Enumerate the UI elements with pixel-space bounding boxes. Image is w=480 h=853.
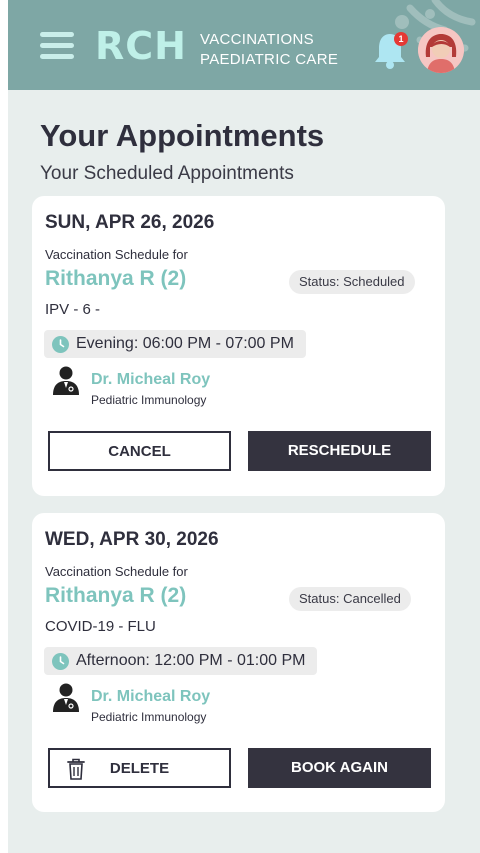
- book-again-button[interactable]: BOOK AGAIN: [248, 748, 431, 788]
- patient-name: Rithanya R (2): [45, 267, 187, 290]
- status-badge: Status: Cancelled: [289, 587, 411, 611]
- doctor-specialty: Pediatric Immunology: [91, 710, 207, 724]
- delete-button[interactable]: DELETE: [48, 748, 231, 788]
- doctor-specialty: Pediatric Immunology: [91, 393, 207, 407]
- patient-name: Rithanya R (2): [45, 584, 187, 607]
- app-screen: RCH VACCINATIONS PAEDIATRIC CARE 1 Your …: [8, 0, 480, 853]
- app-logo: RCH: [95, 24, 187, 68]
- appointment-card: WED, APR 30, 2026 Vaccination Schedule f…: [32, 513, 445, 812]
- time-slot-text: Evening: 06:00 PM - 07:00 PM: [76, 335, 294, 352]
- clock-icon: [52, 652, 69, 670]
- reschedule-button[interactable]: RESCHEDULE: [248, 431, 431, 471]
- vaccination-for-label: Vaccination Schedule for: [45, 564, 188, 579]
- vaccine-name: COVID-19 - FLU: [45, 618, 156, 635]
- avatar-icon: [418, 27, 464, 73]
- delete-button-label: DELETE: [109, 760, 170, 777]
- doctor-name: Dr. Micheal Roy: [91, 371, 211, 388]
- time-slot: Evening: 06:00 PM - 07:00 PM: [44, 330, 306, 358]
- trash-icon: [67, 758, 85, 780]
- tagline-line-1: VACCINATIONS: [200, 31, 314, 48]
- cancel-button[interactable]: CANCEL: [48, 431, 231, 471]
- vaccine-name: IPV - 6 -: [45, 301, 101, 318]
- doctor-name: Dr. Micheal Roy: [91, 688, 211, 705]
- app-header: RCH VACCINATIONS PAEDIATRIC CARE 1: [8, 0, 480, 90]
- time-slot: Afternoon: 12:00 PM - 01:00 PM: [44, 647, 318, 675]
- tagline-line-2: PAEDIATRIC CARE: [200, 51, 339, 68]
- appointment-date: SUN, APR 26, 2026: [45, 212, 215, 233]
- page-margin: [0, 0, 8, 853]
- notification-badge: 1: [394, 32, 408, 46]
- appointment-date: WED, APR 30, 2026: [45, 529, 219, 550]
- page-title: Your Appointments: [40, 118, 325, 153]
- app-tagline: VACCINATIONS PAEDIATRIC CARE: [200, 30, 338, 70]
- appointment-card: SUN, APR 26, 2026 Vaccination Schedule f…: [32, 196, 445, 496]
- doctor-icon: [53, 366, 79, 395]
- clock-icon: [52, 335, 69, 353]
- menu-icon[interactable]: [40, 32, 74, 60]
- avatar[interactable]: [418, 27, 464, 73]
- page-subtitle: Your Scheduled Appointments: [40, 163, 294, 184]
- doctor-icon: [53, 683, 79, 712]
- status-badge: Status: Scheduled: [289, 270, 415, 294]
- time-slot-text: Afternoon: 12:00 PM - 01:00 PM: [76, 652, 306, 669]
- vaccination-for-label: Vaccination Schedule for: [45, 247, 188, 262]
